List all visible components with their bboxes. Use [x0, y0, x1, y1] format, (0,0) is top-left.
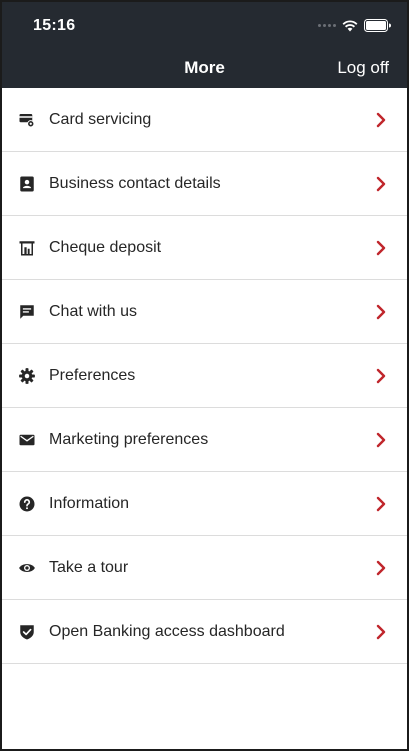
menu-item-take-a-tour[interactable]: Take a tour	[2, 536, 407, 600]
menu-item-chat-with-us[interactable]: Chat with us	[2, 280, 407, 344]
chevron-right-icon	[375, 176, 387, 192]
envelope-icon	[17, 430, 37, 450]
cheque-deposit-icon	[17, 238, 37, 258]
signal-icon	[318, 24, 336, 27]
chevron-right-icon	[375, 368, 387, 384]
eye-icon	[17, 558, 37, 578]
wifi-icon	[342, 19, 358, 31]
app-screen: 15:16 More Log off Card servicing Busine…	[0, 0, 409, 751]
menu-label: Card servicing	[49, 110, 152, 128]
menu-label: Cheque deposit	[49, 238, 162, 256]
battery-icon	[364, 19, 391, 32]
menu-label: Preferences	[49, 366, 136, 384]
menu-label: Chat with us	[49, 302, 138, 320]
chevron-right-icon	[375, 496, 387, 512]
menu-label: Open Banking access dashboard	[49, 622, 285, 640]
chevron-right-icon	[375, 432, 387, 448]
menu-item-open-banking-access-dashboard[interactable]: Open Banking access dashboard	[2, 600, 407, 664]
status-icons	[318, 19, 391, 32]
menu-label: Take a tour	[49, 558, 129, 576]
gear-icon	[17, 366, 37, 386]
menu-label: Information	[49, 494, 130, 512]
chevron-right-icon	[375, 304, 387, 320]
card-settings-icon	[17, 110, 37, 130]
log-off-button[interactable]: Log off	[337, 58, 389, 78]
more-menu-list: Card servicing Business contact details …	[2, 88, 407, 664]
menu-item-preferences[interactable]: Preferences	[2, 344, 407, 408]
question-circle-icon	[17, 494, 37, 514]
chevron-right-icon	[375, 624, 387, 640]
chevron-right-icon	[375, 560, 387, 576]
shield-check-icon	[17, 622, 37, 642]
chevron-right-icon	[375, 240, 387, 256]
menu-item-information[interactable]: Information	[2, 472, 407, 536]
menu-label: Marketing preferences	[49, 430, 209, 448]
menu-item-business-contact-details[interactable]: Business contact details	[2, 152, 407, 216]
menu-item-cheque-deposit[interactable]: Cheque deposit	[2, 216, 407, 280]
chevron-right-icon	[375, 112, 387, 128]
menu-item-marketing-preferences[interactable]: Marketing preferences	[2, 408, 407, 472]
menu-label: Business contact details	[49, 174, 221, 192]
top-bar: 15:16 More Log off	[2, 2, 407, 88]
chat-bubble-icon	[17, 302, 37, 322]
menu-item-card-servicing[interactable]: Card servicing	[2, 88, 407, 152]
status-time: 15:16	[33, 17, 76, 34]
contact-card-icon	[17, 174, 37, 194]
